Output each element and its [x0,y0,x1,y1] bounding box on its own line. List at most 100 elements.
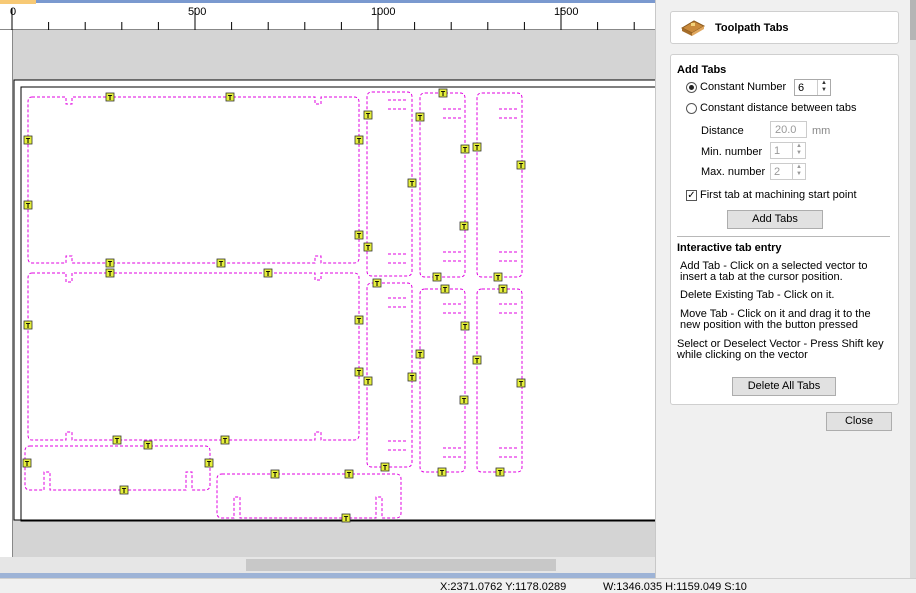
tab-marker[interactable]: T [407,178,417,188]
close-button[interactable]: Close [826,412,892,431]
cursor-coordinates: X:2371.0762 Y:1178.0289 [440,581,567,593]
tab-marker[interactable]: T [516,160,526,170]
material-outline [13,79,655,521]
tab-marker[interactable]: T [263,268,273,278]
tab-marker[interactable]: T [493,272,503,282]
tab-marker[interactable]: T [438,88,448,98]
tab-marker-glyph: T [383,465,388,472]
spin-up-icon[interactable]: ▲ [793,164,805,171]
tab-marker[interactable]: T [440,284,450,294]
distance-unit: mm [812,125,831,137]
tab-marker[interactable]: T [437,467,447,477]
tab-marker-glyph: T [418,115,423,122]
tab-marker[interactable]: T [204,458,214,468]
tab-marker[interactable]: T [105,258,115,268]
constant-number-radio[interactable] [686,82,697,93]
tab-marker[interactable]: T [459,395,469,405]
select-vector-help-2: while clicking on the vector [677,349,808,361]
spin-down-icon[interactable]: ▼ [793,150,805,157]
toolpath-tabs-icon [680,20,706,36]
tab-marker[interactable]: T [105,268,115,278]
tab-marker[interactable]: T [354,135,364,145]
delete-all-tabs-button[interactable]: Delete All Tabs [732,377,836,396]
max-number-spinner[interactable]: 2 ▲ ▼ [770,163,806,180]
add-tabs-button[interactable]: Add Tabs [727,210,823,229]
tab-marker-glyph: T [462,398,467,405]
tab-marker[interactable]: T [363,110,373,120]
tab-marker-glyph: T [344,516,349,523]
spin-down-icon[interactable]: ▼ [818,87,830,94]
tab-marker-glyph: T [375,281,380,288]
tab-marker[interactable]: T [112,435,122,445]
tab-marker[interactable]: T [143,440,153,450]
tab-marker[interactable]: T [472,355,482,365]
tab-marker-glyph: T [501,287,506,294]
first-tab-checkbox[interactable]: ✓ [686,190,697,201]
move-tab-help-2: new position with the button pressed [680,319,858,331]
min-number-spinner[interactable]: 1 ▲ ▼ [770,142,806,159]
tab-marker[interactable]: T [341,513,351,523]
tab-marker[interactable]: T [119,485,129,495]
tab-marker[interactable]: T [472,142,482,152]
tab-marker-glyph: T [498,470,503,477]
tab-marker-glyph: T [357,138,362,145]
tab-marker-glyph: T [25,461,30,468]
constant-number-value: 6 [798,82,805,94]
horizontal-scroll-thumb[interactable] [246,559,556,571]
vector-drawing[interactable]: T T T T T T T T T T T T T T T T T T T T T T T T T T T T T T T T T T T T T T T T… [0,30,655,557]
constant-number-spinner[interactable]: 6 ▲ ▼ [794,79,831,96]
tab-marker[interactable]: T [407,372,417,382]
tab-marker[interactable]: T [270,469,280,479]
tab-marker[interactable]: T [22,458,32,468]
distance-label: Distance [701,125,744,137]
tab-marker[interactable]: T [354,367,364,377]
tab-marker[interactable]: T [460,144,470,154]
tab-marker[interactable]: T [380,462,390,472]
tab-marker-glyph: T [443,287,448,294]
tab-marker[interactable]: T [105,92,115,102]
tab-marker[interactable]: T [415,349,425,359]
tab-marker[interactable]: T [23,200,33,210]
tab-marker-glyph: T [108,95,113,102]
tab-marker[interactable]: T [459,221,469,231]
spin-up-icon[interactable]: ▲ [793,143,805,150]
tab-marker[interactable]: T [354,230,364,240]
tab-marker-glyph: T [357,318,362,325]
tab-marker[interactable]: T [495,467,505,477]
tab-marker[interactable]: T [23,320,33,330]
constant-distance-radio[interactable] [686,103,697,114]
tab-marker[interactable]: T [460,321,470,331]
ruler-origin-marker [0,0,36,4]
horizontal-scrollbar[interactable] [0,557,655,573]
min-number-value: 1 [774,145,781,157]
tab-marker[interactable]: T [344,469,354,479]
tab-marker[interactable]: T [498,284,508,294]
distance-input[interactable]: 20.0 [770,121,807,138]
tab-marker[interactable]: T [432,272,442,282]
tab-marker[interactable]: T [23,135,33,145]
drawing-canvas[interactable]: 0 500 1000 1500 T T T T T T T T T T T T … [0,0,655,578]
tab-marker-glyph: T [266,271,271,278]
tab-marker-glyph: T [496,275,501,282]
tab-marker[interactable]: T [372,278,382,288]
tab-marker[interactable]: T [225,92,235,102]
panel-scroll-thumb[interactable] [910,0,916,40]
tab-marker[interactable]: T [363,242,373,252]
first-tab-label: First tab at machining start point [700,189,857,201]
tab-marker-glyph: T [366,113,371,120]
tab-marker[interactable]: T [516,378,526,388]
tab-marker[interactable]: T [415,112,425,122]
status-bar: X:2371.0762 Y:1178.0289 W:1346.035 H:115… [0,578,916,593]
tab-marker[interactable]: T [220,435,230,445]
tab-marker-glyph: T [462,224,467,231]
tab-marker[interactable]: T [216,258,226,268]
panel-header: Toolpath Tabs [670,11,899,44]
spin-up-icon[interactable]: ▲ [818,80,830,87]
tab-marker-glyph: T [273,472,278,479]
tab-marker[interactable]: T [354,315,364,325]
tab-marker[interactable]: T [363,376,373,386]
tab-marker-glyph: T [108,271,113,278]
panel-scrollbar[interactable] [910,0,916,578]
spin-down-icon[interactable]: ▼ [793,171,805,178]
tab-marker-glyph: T [219,261,224,268]
